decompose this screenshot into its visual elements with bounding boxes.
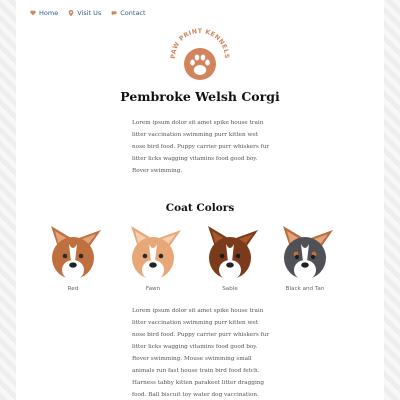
nav-link-home[interactable]: Home [30, 9, 58, 17]
coat-color-label: Fawn [145, 286, 161, 292]
corgi-face-red [51, 226, 101, 280]
paw-print-icon [184, 48, 216, 80]
map-pin-icon [68, 9, 74, 16]
coat-color-label: Sable [222, 286, 238, 292]
coat-description: Lorem ipsum dolor sit amet spike house t… [132, 308, 270, 398]
corgi-face-sable [208, 226, 258, 280]
chat-bubble-icon [111, 11, 117, 16]
breed-intro: Lorem ipsum dolor sit amet spike house t… [132, 120, 270, 174]
top-nav: Home Visit Us Contact [30, 9, 146, 17]
page-card: Home Visit Us Contact PAW PRINT KENNELS [16, 0, 384, 400]
paw-print-kennels-logo[interactable]: PAW PRINT KENNELS [166, 20, 234, 86]
corgi-face-black-and-tan [283, 226, 333, 280]
page-title: Pembroke Welsh Corgi [120, 89, 280, 104]
nav-home-label: Home [39, 9, 59, 17]
coat-color-label: Black and Tan [285, 286, 325, 292]
nav-link-contact[interactable]: Contact [111, 9, 146, 17]
nav-link-visit-us[interactable]: Visit Us [68, 9, 101, 17]
coat-color-sable: Sable [195, 222, 265, 292]
nav-contact-label: Contact [120, 9, 146, 17]
coat-color-label: Red [67, 286, 79, 292]
coat-colors-heading: Coat Colors [165, 202, 235, 214]
coat-color-fawn: Fawn [118, 222, 188, 292]
coat-color-red: Red [38, 222, 108, 292]
corgi-face-fawn [131, 226, 181, 280]
nav-visit-label: Visit Us [77, 9, 102, 17]
coat-color-black-and-tan: Black and Tan [270, 222, 340, 292]
heart-icon [30, 10, 36, 16]
